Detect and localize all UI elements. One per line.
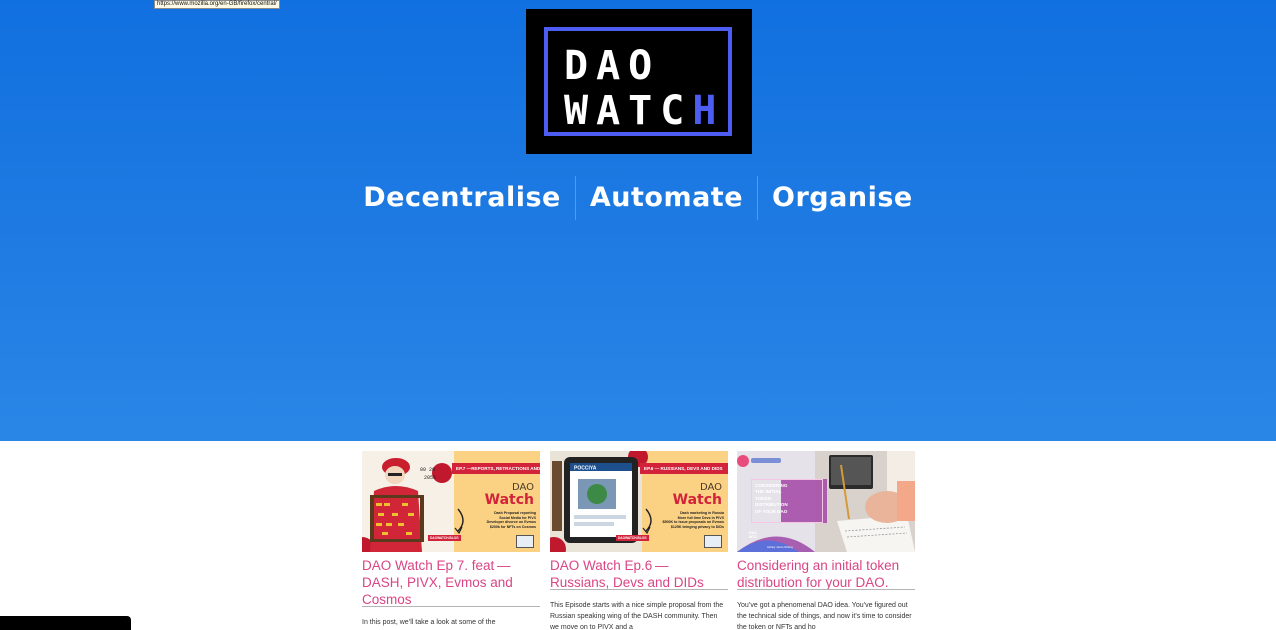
tagline-organise: Organise (772, 182, 913, 213)
post-title-link[interactable]: DAO Watch Ep.6 — Russians, Devs and DIDs (550, 557, 728, 591)
post-excerpt: In this post, we’ll take a look at some … (362, 619, 496, 626)
thumb-footer-logo: DAO WTC (749, 531, 758, 539)
svg-text:00 20: 00 20 (420, 467, 435, 473)
post-thumbnail[interactable]: CONSIDERING THE INITIAL TOKEN DISTRIBUTI… (737, 451, 915, 552)
thumb-topics: Dash Proposal reporting Social Media for… (486, 511, 536, 529)
post-thumbnail[interactable]: 00 20 2055 EP.7 —REPORTS, RETRACTIONS AN… (362, 451, 540, 552)
link-status-url: https://www.mozilla.org/en-GB/firefox/ce… (154, 0, 280, 9)
svg-text:POCCIYA: POCCIYA (574, 466, 597, 472)
mini-logo-icon (704, 535, 722, 548)
post-title-link[interactable]: DAO Watch Ep 7. feat — DASH, PIVX, Evmos… (362, 557, 540, 608)
title-underline (550, 589, 728, 590)
logo-text-h: H (692, 88, 725, 134)
thumb-heading: CONSIDERING THE INITIAL TOKEN DISTRIBUTI… (755, 483, 788, 514)
thumb-brand-watch: Watch (484, 492, 534, 508)
thumb-site-pill: DAOWATCH.BLOG (428, 535, 461, 541)
svg-text:2055: 2055 (424, 475, 436, 481)
logo-text-watc: WATC (564, 88, 693, 134)
post-card[interactable]: POCCIYA EP.6 — RUSSIANS, DEVS AND DIDS D… (550, 451, 728, 630)
logo-text-line2: WATCH (564, 91, 724, 131)
tagline-automate: Automate (589, 182, 744, 213)
post-grid: 00 20 2055 EP.7 —REPORTS, RETRACTIONS AN… (362, 451, 916, 630)
post-thumbnail[interactable]: POCCIYA EP.6 — RUSSIANS, DEVS AND DIDS D… (550, 451, 728, 552)
mini-logo-icon (516, 535, 534, 548)
site-logo[interactable]: DAO WATCH (526, 9, 752, 154)
post-card[interactable]: 00 20 2055 EP.7 —REPORTS, RETRACTIONS AN… (362, 451, 540, 630)
episode-banner: EP.7 —REPORTS, RETRACTIONS AND NFTS (452, 463, 540, 474)
post-card[interactable]: CONSIDERING THE INITIAL TOKEN DISTRIBUTI… (737, 451, 915, 630)
post-excerpt: You’ve got a phenomenal DAO idea. You’ve… (737, 602, 912, 630)
logo-text-line1: DAO (564, 43, 661, 89)
tagline-decentralise: Decentralise (363, 182, 561, 213)
redaction-block (0, 616, 131, 630)
thumb-brand-watch: Watch (672, 492, 722, 508)
title-underline (362, 606, 540, 607)
post-title-link[interactable]: Considering an initial token distributio… (737, 557, 915, 591)
hero-banner: DAO WATCH Decentralise Automate Organise (0, 0, 1276, 441)
post-excerpt: This Episode starts with a nice simple p… (550, 602, 724, 630)
thumb-topics: Dash marketing in Russia More full time … (662, 511, 724, 529)
thumb-site-pill: DAOWATCH.BLOG (616, 535, 649, 541)
episode-banner: EP.6 — RUSSIANS, DEVS AND DIDS (640, 463, 728, 474)
thumb-footer-text: Ashley Jarvis Writing (767, 545, 793, 549)
title-underline (737, 589, 915, 590)
tagline: Decentralise Automate Organise (0, 176, 1276, 220)
